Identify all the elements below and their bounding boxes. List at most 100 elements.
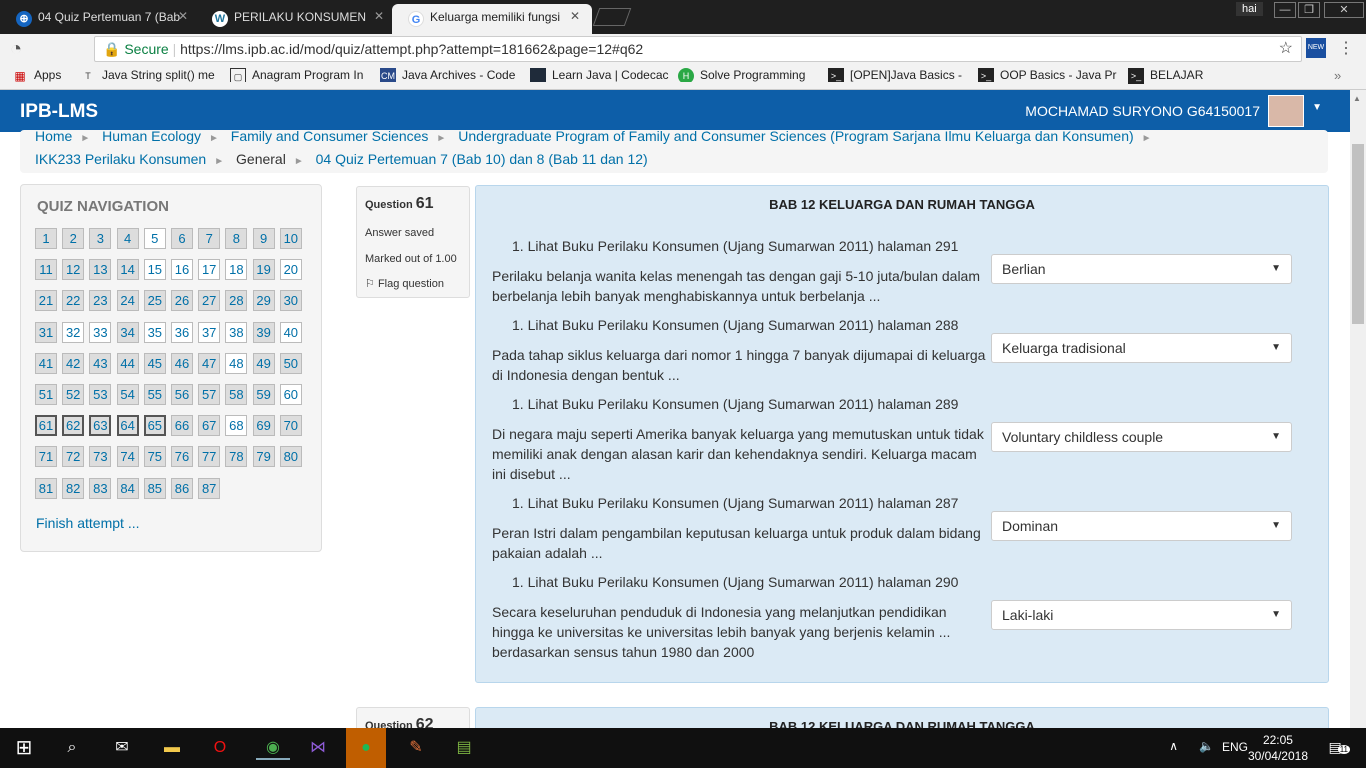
quiz-nav-button[interactable]: 66 [171,415,193,437]
quiz-nav-button[interactable]: 43 [89,352,112,374]
quiz-nav-button[interactable]: 14 [116,259,139,281]
finish-attempt-link[interactable]: Finish attempt ... [36,515,139,531]
quiz-nav-button[interactable]: 79 [252,446,275,468]
quiz-nav-button[interactable]: 26 [171,290,193,312]
quiz-nav-button[interactable]: 4 [116,228,139,249]
quiz-nav-button[interactable]: 50 [279,352,302,374]
breadcrumb-undergrad-program[interactable]: Undergraduate Program of Family and Cons… [458,130,1133,144]
quiz-nav-button[interactable]: 68 [225,415,248,437]
bookmark-item[interactable]: >_ OOP Basics - Java Pr [978,68,1118,82]
quiz-nav-button[interactable]: 62 [62,415,85,437]
quiz-nav-button[interactable]: 57 [198,384,221,405]
bookmarks-overflow-icon[interactable]: » [1334,68,1341,83]
scroll-up-icon[interactable]: ▲ [1353,94,1361,103]
bookmark-item[interactable]: CM Java Archives - Code [380,68,520,82]
quiz-nav-button[interactable]: 6 [171,228,193,249]
tab-perilaku[interactable]: W PERILAKU KONSUMEN ✕ [196,4,396,34]
quiz-nav-button[interactable]: 63 [89,415,112,437]
bookmark-item[interactable]: T Java String split() me [80,68,220,82]
profile-name[interactable]: hai [1236,2,1263,16]
quiz-nav-button[interactable]: 13 [89,259,112,281]
quiz-nav-button[interactable]: 36 [171,321,193,343]
chrome-icon[interactable]: ◉ [256,736,290,760]
quiz-nav-button[interactable]: 30 [279,290,302,312]
quiz-nav-button[interactable]: 61 [35,415,57,437]
breadcrumb-quiz[interactable]: 04 Quiz Pertemuan 7 (Bab 10) dan 8 (Bab … [316,151,648,167]
quiz-nav-button[interactable]: 54 [116,384,139,405]
quiz-nav-button[interactable]: 7 [198,228,221,249]
breadcrumb-course[interactable]: IKK233 Perilaku Konsumen [35,151,206,167]
flag-question-button[interactable]: ⚐ Flag question [365,277,461,290]
close-icon[interactable]: ✕ [570,9,580,23]
quiz-nav-button[interactable]: 76 [171,446,193,468]
quiz-nav-button[interactable]: 78 [225,446,248,468]
quiz-nav-button[interactable]: 35 [143,321,166,343]
quiz-nav-button[interactable]: 32 [62,321,85,343]
quiz-nav-button[interactable]: 82 [62,477,85,499]
new-tab-button[interactable] [592,8,632,26]
quiz-nav-button[interactable]: 15 [143,259,166,281]
quiz-nav-button[interactable]: 44 [116,352,139,374]
quiz-nav-button[interactable]: 42 [62,352,85,374]
quiz-nav-button[interactable]: 52 [62,384,85,405]
opera-icon[interactable]: O [208,736,232,760]
quiz-nav-button[interactable]: 65 [143,415,166,437]
quiz-nav-button[interactable]: 49 [252,352,275,374]
quiz-nav-button[interactable]: 19 [252,259,275,281]
quiz-nav-button[interactable]: 86 [171,477,193,499]
minimize-button[interactable]: — [1274,2,1296,18]
quiz-nav-button[interactable]: 18 [225,259,248,281]
quiz-nav-button[interactable]: 25 [143,290,166,312]
answer-select[interactable]: Keluarga tradisional ▼ [991,333,1292,363]
quiz-nav-button[interactable]: 29 [252,290,275,312]
quiz-nav-button[interactable]: 47 [198,352,221,374]
quiz-nav-button[interactable]: 53 [89,384,112,405]
quiz-nav-button[interactable]: 84 [116,477,139,499]
quiz-nav-button[interactable]: 70 [279,415,302,437]
quiz-nav-button[interactable]: 41 [35,352,57,374]
spotify-icon[interactable]: ● [346,728,386,768]
quiz-nav-button[interactable]: 45 [143,352,166,374]
quiz-nav-button[interactable]: 34 [116,321,139,343]
quiz-nav-button[interactable]: 60 [279,384,302,405]
quiz-nav-button[interactable]: 38 [225,321,248,343]
quiz-nav-button[interactable]: 48 [225,352,248,374]
quiz-nav-button[interactable]: 55 [143,384,166,405]
quiz-nav-button[interactable]: 33 [89,321,112,343]
quiz-nav-button[interactable]: 74 [116,446,139,468]
quiz-nav-button[interactable]: 3 [89,228,112,249]
quiz-nav-button[interactable]: 51 [35,384,57,405]
quiz-nav-button[interactable]: 21 [35,290,57,312]
quiz-nav-button[interactable]: 17 [198,259,221,281]
file-explorer-icon[interactable]: ▬ [160,736,184,760]
quiz-nav-button[interactable]: 31 [35,321,57,343]
bookmark-item[interactable]: ▢ Anagram Program In [230,68,370,82]
bookmark-item[interactable]: >_ BELAJAR [1128,68,1203,84]
quiz-nav-button[interactable]: 10 [279,228,302,249]
quiz-nav-button[interactable]: 27 [198,290,221,312]
tray-up-icon[interactable]: ∧ [1169,739,1178,753]
quiz-nav-button[interactable]: 39 [252,321,275,343]
bookmark-item[interactable]: H Solve Programming [678,68,818,82]
app-icon[interactable]: ▤ [452,736,476,760]
quiz-nav-button[interactable]: 23 [89,290,112,312]
quiz-nav-button[interactable]: 9 [252,228,275,249]
quiz-nav-button[interactable]: 20 [279,259,302,281]
url-field[interactable]: 🔒 Secure | https://lms.ipb.ac.id/mod/qui… [94,36,1302,62]
quiz-nav-button[interactable]: 1 [35,228,57,249]
breadcrumb-family-consumer[interactable]: Family and Consumer Sciences [231,130,429,144]
tab-quiz[interactable]: ⊕ 04 Quiz Pertemuan 7 (Bab ✕ [0,4,200,34]
bookmark-apps[interactable]: ▦ Apps [12,68,61,83]
site-brand[interactable]: IPB-LMS [20,101,98,123]
quiz-nav-button[interactable]: 71 [35,446,57,468]
quiz-nav-button[interactable]: 67 [198,415,221,437]
page-scrollbar[interactable]: ▲ [1350,90,1366,728]
quiz-nav-button[interactable]: 58 [225,384,248,405]
breadcrumb-home[interactable]: Home [35,130,72,144]
quiz-nav-button[interactable]: 8 [225,228,248,249]
menu-icon[interactable]: ⋮ [1338,38,1354,58]
quiz-nav-button[interactable]: 46 [171,352,193,374]
bookmark-item[interactable]: >_ [OPEN]Java Basics - [828,68,968,82]
input-language[interactable]: ENG [1222,740,1248,754]
search-icon[interactable]: ⌕ [60,736,84,760]
